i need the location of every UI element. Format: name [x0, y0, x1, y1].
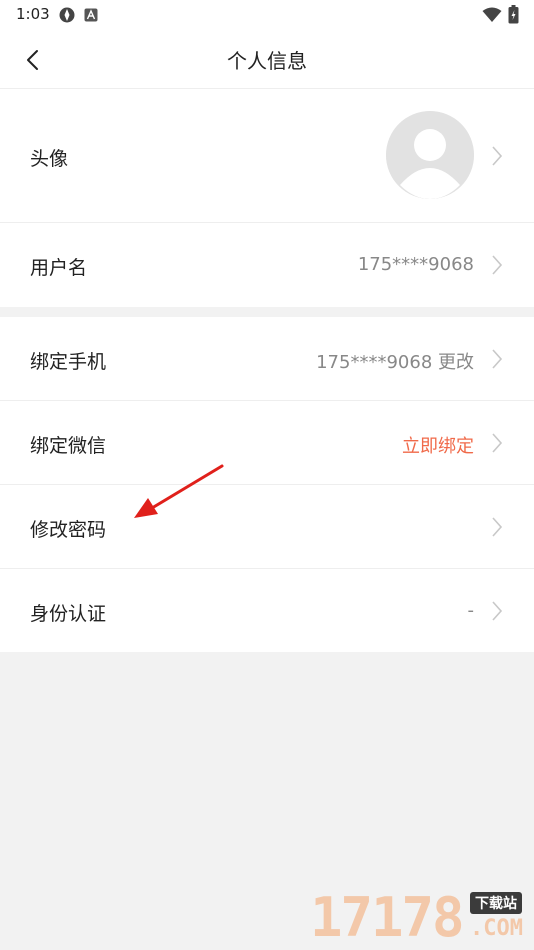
- account-group: 绑定手机 175****9068 更改 绑定微信 立即绑定 修改密码 身份认证 …: [0, 317, 534, 652]
- chevron-right-icon: [492, 433, 503, 453]
- watermark-logo: 17178 下载站 .COM: [310, 888, 530, 948]
- sync-icon: [59, 7, 75, 23]
- chevron-right-icon: [492, 255, 503, 275]
- page-title: 个人信息: [227, 49, 307, 73]
- battery-icon: [508, 5, 519, 24]
- default-user-icon: [386, 111, 474, 199]
- status-time: 1:03: [16, 5, 50, 23]
- chevron-right-icon: [492, 601, 503, 621]
- username-label: 用户名: [30, 257, 88, 279]
- identity-verification-value: -: [467, 600, 475, 621]
- nav-bar: 个人信息: [0, 30, 534, 89]
- annotation-arrow-icon: [134, 464, 224, 518]
- bind-phone-label: 绑定手机: [30, 351, 107, 373]
- chevron-right-icon: [492, 349, 503, 369]
- chevron-right-icon: [492, 146, 503, 166]
- avatar[interactable]: [386, 111, 474, 199]
- app-notification-icon: [84, 8, 98, 22]
- bind-phone-value: 175****9068 更改: [316, 352, 474, 373]
- bind-wechat-label: 绑定微信: [30, 435, 107, 457]
- watermark-badge: 下载站: [470, 892, 522, 914]
- wifi-icon: [482, 7, 502, 22]
- watermark-domain: .COM: [470, 916, 523, 941]
- change-password-label: 修改密码: [30, 519, 107, 541]
- profile-group: 头像 用户名 175****9068: [0, 89, 534, 307]
- username-value: 175****9068: [357, 254, 474, 275]
- chevron-right-icon: [492, 517, 503, 537]
- status-bar: 1:03: [0, 0, 534, 30]
- bind-wechat-action[interactable]: 立即绑定: [402, 432, 474, 458]
- avatar-row[interactable]: 头像: [0, 89, 534, 223]
- change-password-row[interactable]: 修改密码: [0, 485, 534, 569]
- identity-verification-row[interactable]: 身份认证 -: [0, 569, 534, 652]
- bind-wechat-row[interactable]: 绑定微信 立即绑定: [0, 401, 534, 485]
- username-row[interactable]: 用户名 175****9068: [0, 223, 534, 307]
- identity-verification-label: 身份认证: [30, 603, 107, 625]
- avatar-label: 头像: [30, 148, 69, 170]
- watermark-digits: 17178: [310, 886, 465, 949]
- bind-phone-row[interactable]: 绑定手机 175****9068 更改: [0, 317, 534, 401]
